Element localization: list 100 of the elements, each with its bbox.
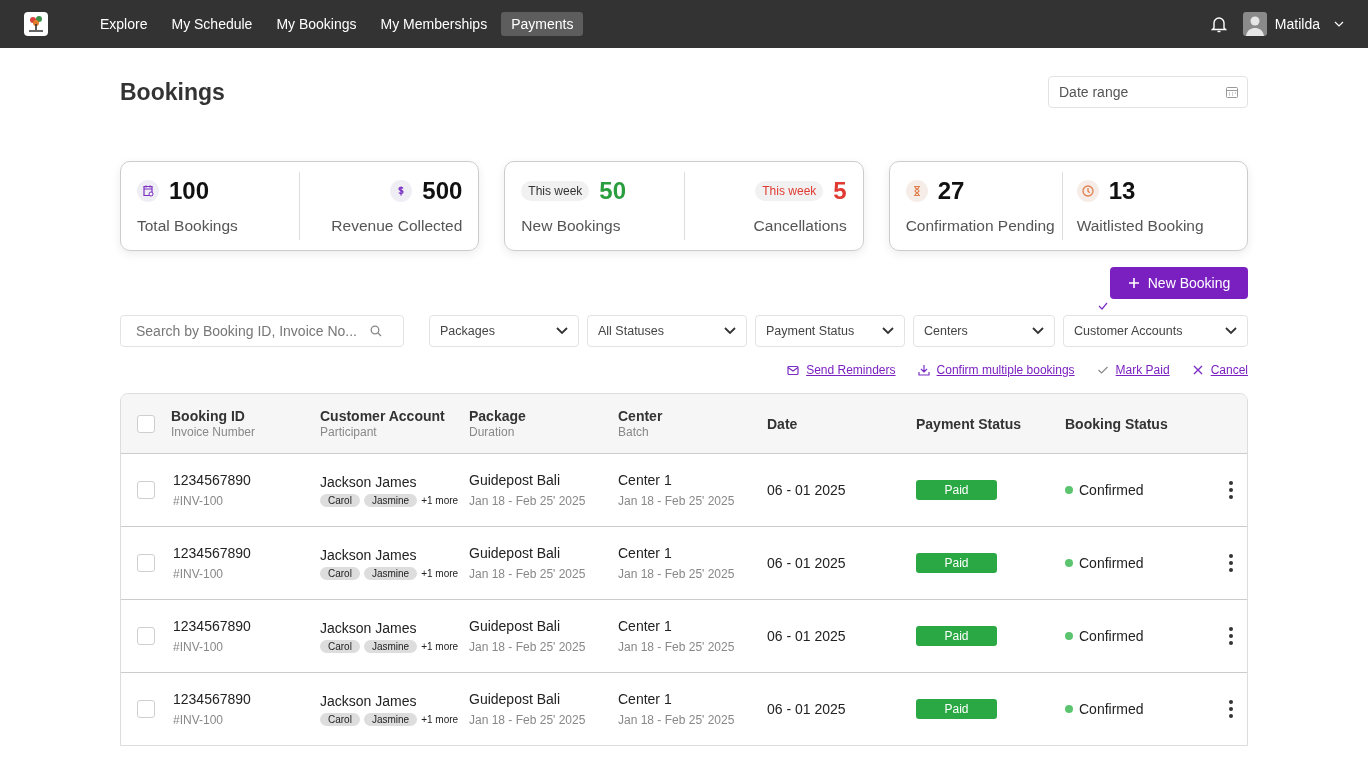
chevron-down-icon [1032, 327, 1044, 335]
date-range-field[interactable]: Date range [1048, 76, 1248, 108]
center-name: Center 1 [618, 472, 673, 488]
stat-value: 5 [833, 177, 847, 205]
participant-tag: Carol [320, 493, 360, 507]
booking-date: 06 - 01 2025 [767, 628, 847, 644]
stat-label: Cancellations [753, 217, 847, 235]
avatar-icon [1242, 12, 1267, 36]
nav-item[interactable]: My Memberships [370, 12, 498, 36]
check-icon [1096, 364, 1109, 376]
column-header: Package [469, 408, 527, 424]
column-subheader: Participant [320, 425, 378, 439]
page-title: Bookings [120, 78, 225, 106]
stat-value: 13 [1108, 177, 1136, 205]
nav-item[interactable]: Explore [90, 12, 158, 36]
duration: Jan 18 - Feb 25' 2025 [469, 494, 587, 508]
download-icon [917, 364, 930, 376]
period-badge: This week [521, 181, 590, 201]
period-badge: This week [755, 181, 824, 201]
column-subheader: Batch [618, 425, 650, 439]
customer-name: Jackson James [320, 619, 418, 636]
chevron-down-icon [556, 327, 568, 335]
action-link[interactable]: Cancel [1210, 363, 1248, 377]
booking-id: 1234567890 [173, 472, 252, 488]
filter-dropdown[interactable]: Packages [429, 315, 579, 347]
close-icon [1191, 364, 1204, 376]
kebab-menu-icon [1228, 481, 1233, 499]
package-name: Guidepost Bali [469, 545, 562, 561]
invoice-number: #INV-100 [173, 713, 225, 727]
participant-tag: Carol [320, 639, 360, 653]
stat-value: 27 [937, 177, 965, 205]
stat-label: New Bookings [521, 217, 622, 235]
participant-tag: Jasmine [363, 493, 418, 507]
batch-dates: Jan 18 - Feb 25' 2025 [618, 567, 736, 581]
column-header: Booking ID [171, 408, 246, 424]
search-field[interactable]: Search by Booking ID, Invoice No... [120, 315, 404, 347]
filter-dropdown[interactable]: Customer Accounts [1063, 315, 1248, 347]
nav-item[interactable]: My Schedule [161, 12, 263, 36]
duration: Jan 18 - Feb 25' 2025 [469, 567, 587, 581]
center-name: Center 1 [618, 691, 673, 707]
filter-dropdown[interactable]: Payment Status [755, 315, 905, 347]
stat-value: 100 [169, 177, 210, 205]
calendar-icon [1226, 86, 1238, 98]
package-name: Guidepost Bali [469, 691, 562, 707]
filter-dropdown[interactable]: All Statuses [587, 315, 747, 347]
booking-status: Confirmed [1079, 701, 1144, 717]
payment-status-badge: Paid [916, 699, 997, 719]
checkbox[interactable] [137, 481, 155, 499]
checkbox[interactable] [137, 554, 155, 572]
center-name: Center 1 [618, 545, 673, 561]
stat-label: Waitlisted Booking [1076, 217, 1204, 235]
new-booking-button[interactable]: New Booking [1110, 267, 1248, 299]
payment-status-badge: Paid [916, 553, 997, 573]
user-name[interactable]: Matilda [1274, 16, 1320, 32]
participant-tag: Carol [320, 712, 360, 726]
logo-icon [24, 12, 48, 36]
more-count[interactable]: +1 more [421, 494, 459, 506]
clock-icon [1076, 180, 1099, 202]
chevron-down-icon [724, 327, 736, 335]
kebab-menu-icon [1228, 627, 1233, 645]
booking-status: Confirmed [1079, 482, 1144, 498]
mail-icon [787, 364, 800, 376]
stat-value: 50 [599, 177, 627, 205]
customer-name: Jackson James [320, 546, 418, 563]
batch-dates: Jan 18 - Feb 25' 2025 [618, 713, 736, 727]
action-link[interactable]: Confirm multiple bookings [936, 363, 1075, 377]
calendar-icon [137, 180, 159, 202]
booking-id: 1234567890 [173, 618, 252, 634]
more-count[interactable]: +1 more [421, 640, 459, 652]
plus-icon [1127, 277, 1140, 289]
payment-status-badge: Paid [916, 626, 997, 646]
more-count[interactable]: +1 more [421, 713, 459, 725]
filter-dropdown[interactable]: Centers [913, 315, 1055, 347]
payment-status-badge: Paid [916, 480, 997, 500]
action-link[interactable]: Send Reminders [806, 363, 896, 377]
dollar-icon [390, 180, 413, 202]
duration: Jan 18 - Feb 25' 2025 [469, 713, 587, 727]
chevron-down-icon [1334, 21, 1344, 27]
center-name: Center 1 [618, 618, 673, 634]
checkbox[interactable] [137, 627, 155, 645]
checkbox[interactable] [137, 414, 155, 433]
customer-name: Jackson James [320, 473, 418, 490]
participant-tag: Jasmine [363, 712, 418, 726]
booking-status: Confirmed [1079, 628, 1144, 644]
invoice-number: #INV-100 [173, 640, 225, 654]
chevron-down-icon [882, 327, 894, 335]
kebab-menu-icon [1228, 700, 1233, 718]
column-header: Payment Status [916, 415, 1023, 432]
action-link[interactable]: Mark Paid [1115, 363, 1170, 377]
invoice-number: #INV-100 [173, 494, 225, 508]
nav-item[interactable]: My Bookings [266, 12, 367, 36]
stat-value: 500 [422, 177, 463, 205]
nav-item[interactable]: Payments [501, 12, 584, 36]
hourglass-icon [905, 180, 928, 202]
column-header: Customer Account [320, 408, 446, 424]
column-header: Booking Status [1065, 415, 1169, 432]
booking-date: 06 - 01 2025 [767, 555, 847, 571]
more-count[interactable]: +1 more [421, 567, 459, 579]
booking-id: 1234567890 [173, 545, 252, 561]
checkbox[interactable] [137, 700, 155, 718]
